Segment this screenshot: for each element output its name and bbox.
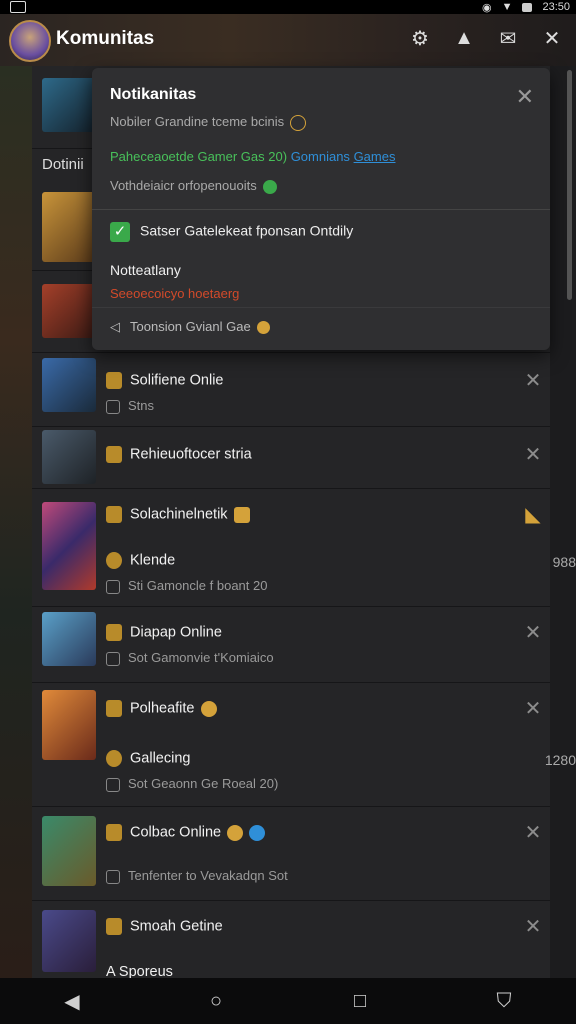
shield-icon[interactable]: ⛉ (486, 983, 522, 1019)
coin-icon (233, 506, 250, 523)
panel-status: Vothdeiaicr orfopenouoits (110, 178, 257, 193)
status-bar: ◉ ▼ 23:50 (0, 0, 576, 14)
shield-icon (249, 824, 266, 841)
row-subtitle: Sot Gamonvie t'Komiaico (128, 650, 274, 665)
divider (92, 209, 550, 210)
notification-icon (10, 1, 26, 13)
right-gutter (550, 66, 576, 978)
warning-text: Seeoecoicyo hoetaerg (110, 286, 240, 301)
dismiss-button[interactable]: ✕ (524, 371, 542, 391)
game-thumbnail (42, 612, 96, 666)
list-item[interactable]: Colbac Online Tenfenter to Vevakadqn Sot… (32, 806, 550, 901)
status-icon (106, 579, 120, 594)
row-count: 988 (552, 554, 576, 570)
coin-icon (290, 114, 307, 131)
status-icon (106, 399, 120, 414)
badge-icon (106, 446, 122, 463)
status-icon (106, 777, 120, 792)
badge-icon (106, 372, 122, 389)
panel-highlight: Paheceaoetde Gamer Gas 20) (110, 149, 288, 164)
clock: 23:50 (542, 1, 570, 13)
wifi-icon: ▼ (501, 1, 513, 13)
recents-button[interactable]: □ (342, 983, 378, 1019)
row-title-secondary: Gallecing (130, 750, 191, 767)
chat-icon[interactable]: ✉ (496, 26, 520, 50)
dismiss-button[interactable]: ✕ (524, 623, 542, 643)
row-title: Solachinelnetik (130, 506, 228, 523)
badge-icon (106, 552, 122, 569)
game-thumbnail (42, 284, 96, 338)
game-thumbnail (42, 78, 96, 132)
home-button[interactable]: ○ (198, 983, 234, 1019)
row-subtitle: Stns (128, 398, 155, 413)
back-button[interactable]: ◀ (54, 983, 90, 1019)
game-thumbnail (42, 430, 96, 484)
dismiss-button[interactable]: ✕ (524, 445, 542, 465)
row-title: Polheafite (130, 700, 195, 717)
badge-icon (106, 624, 122, 641)
list-item[interactable]: Polheafite Gallecing Sot Geaonn Ge Roeal… (32, 682, 576, 807)
scrollbar[interactable] (567, 70, 572, 300)
row-title-secondary: Klende (130, 552, 176, 569)
coin-icon (227, 824, 244, 841)
list-item[interactable]: Solachinelnetik Klende Sti Gamoncle f bo… (32, 488, 576, 607)
notification-panel: Notikanitas ✕ Nobiler Grandine tceme bci… (92, 68, 550, 350)
flag-icon[interactable]: ◣ (524, 505, 542, 525)
background-art (0, 66, 32, 978)
verified-icon (262, 179, 277, 194)
section-title: Notteatlany (110, 262, 181, 278)
row-title: Smoah Getine (130, 918, 223, 935)
list-item[interactable]: Rehieuoftocer stria ✕ (32, 426, 550, 489)
close-icon[interactable]: ✕ (540, 26, 564, 50)
checkbox-label: Satser Gatelekeat fponsan Ontdily (140, 222, 354, 239)
dismiss-button[interactable]: ✕ (524, 917, 542, 937)
app-avatar[interactable] (9, 20, 51, 62)
coin-icon (200, 700, 217, 717)
game-thumbnail (42, 816, 96, 886)
panel-footer: Toonsion Gvianl Gae (130, 319, 251, 334)
row-subtitle: Tenfenter to Vevakadqn Sot (128, 868, 288, 883)
badge-icon (106, 506, 122, 523)
app-header: Komunitas ⚙ ▲ ✉ ✕ (0, 14, 576, 67)
status-icon (106, 651, 120, 666)
row-subtitle: Sot Geaonn Ge Roeal 20) (128, 776, 279, 791)
page-title: Komunitas (56, 28, 155, 49)
badge-icon (106, 918, 122, 935)
section-heading: Dotinii (42, 156, 84, 173)
row-title: Diapap Online (130, 624, 222, 641)
list-item[interactable]: Diapap Online Sot Gamonvie t'Komiaico ✕ (32, 606, 550, 683)
row-title: Colbac Online (130, 824, 222, 841)
row-title: Rehieuoftocer stria (130, 446, 252, 463)
row-title: Solifiene Onlie (130, 372, 224, 389)
list-item[interactable]: Solifiene Onlie Stns ✕ (32, 352, 550, 427)
row-subtitle: Sti Gamoncle f boant 20 (128, 578, 268, 593)
coin-icon (256, 321, 270, 335)
location-icon: ◉ (481, 1, 492, 14)
list-item[interactable]: Smoah Getine A Sporeus ✕ (32, 900, 550, 980)
divider (92, 307, 550, 308)
dismiss-button[interactable]: ✕ (524, 823, 542, 843)
game-thumbnail (42, 502, 96, 590)
alert-icon[interactable]: ▲ (452, 26, 476, 50)
settings-icon[interactable]: ⚙ (408, 26, 432, 50)
panel-description: Nobiler Grandine tceme bcinis (110, 114, 285, 129)
badge-icon (106, 700, 122, 717)
badge-icon (106, 824, 122, 841)
game-thumbnail (42, 358, 96, 412)
game-thumbnail (42, 910, 96, 972)
panel-link[interactable]: Gomnians (291, 149, 350, 164)
game-thumbnail (42, 192, 96, 262)
badge-icon (106, 750, 122, 767)
row-count: 1280 (544, 752, 576, 768)
game-thumbnail (42, 690, 96, 760)
checkbox[interactable]: ✓ (110, 222, 130, 242)
panel-title: Notikanitas (110, 86, 197, 103)
battery-icon (522, 2, 533, 12)
status-icon (106, 869, 120, 884)
dismiss-button[interactable]: ✕ (524, 699, 542, 719)
panel-link[interactable]: Games (354, 149, 396, 164)
close-icon[interactable]: ✕ (516, 84, 534, 110)
back-icon[interactable]: ◁ (110, 319, 120, 334)
system-nav-bar: ◀ ○ □ ⛉ (0, 978, 576, 1024)
